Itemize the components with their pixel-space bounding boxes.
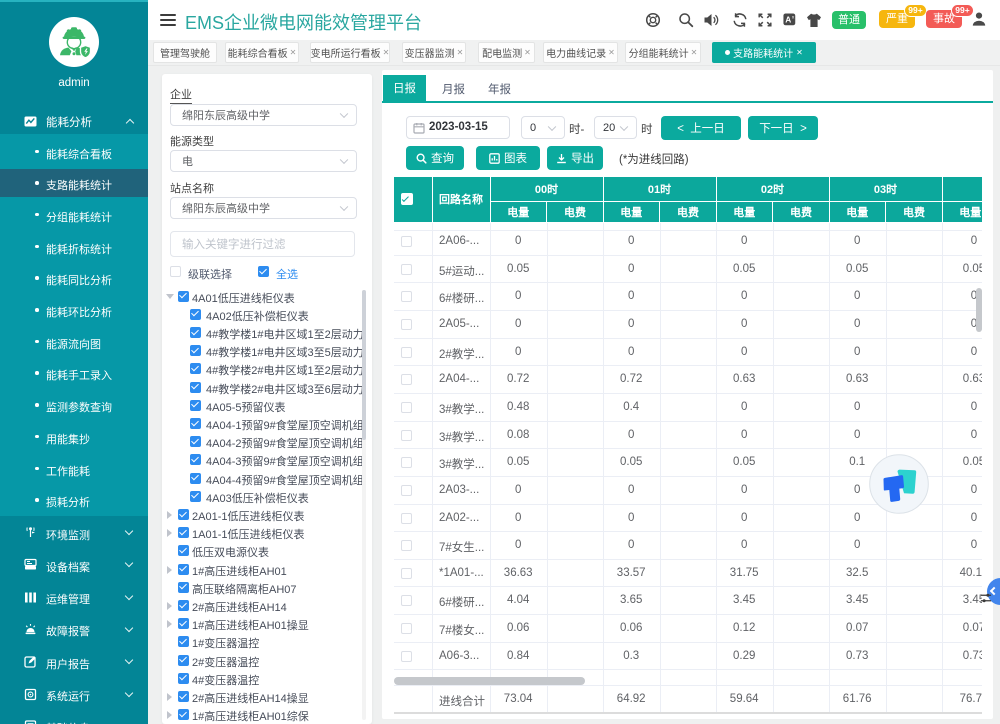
- svg-text:A: A: [785, 15, 791, 25]
